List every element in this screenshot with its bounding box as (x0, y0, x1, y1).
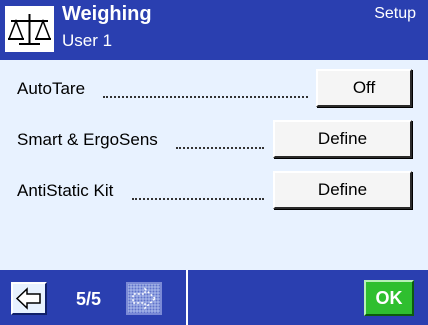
ok-button[interactable]: OK (364, 280, 414, 316)
user-label: User 1 (62, 31, 113, 50)
footer-bar: 5/5 OK (0, 270, 428, 325)
balance-scale-icon[interactable] (5, 6, 54, 52)
settings-panel: AutoTare Off Smart & ErgoSens Define Ant… (0, 60, 428, 270)
next-page-button-disabled (126, 282, 162, 315)
mode-label: Setup (374, 5, 416, 22)
dot-leader (176, 147, 264, 149)
setting-label: AutoTare (17, 79, 86, 98)
header-bar: Weighing User 1 Setup (0, 0, 428, 60)
setting-row-antistatic-kit: AntiStatic Kit Define (0, 171, 428, 215)
previous-page-button[interactable] (11, 282, 47, 315)
autotare-button[interactable]: Off (316, 69, 412, 107)
smart-ergosens-define-button[interactable]: Define (273, 120, 412, 158)
page-title[interactable]: Weighing (62, 2, 152, 26)
setting-label: AntiStatic Kit (17, 181, 114, 200)
arrow-right-icon (132, 287, 157, 310)
setting-row-autotare: AutoTare Off (0, 69, 428, 113)
antistatic-kit-define-button[interactable]: Define (273, 171, 412, 209)
setting-label: Smart & ErgoSens (17, 130, 158, 149)
dot-leader (103, 96, 308, 98)
page-indicator: 5/5 (76, 289, 102, 309)
balance-terminal-screen: Weighing User 1 Setup AutoTare Off Smart… (0, 0, 428, 325)
arrow-left-icon (15, 287, 41, 310)
setting-row-smart-ergosens: Smart & ErgoSens Define (0, 120, 428, 164)
footer-divider (186, 270, 188, 325)
dot-leader (132, 198, 264, 200)
